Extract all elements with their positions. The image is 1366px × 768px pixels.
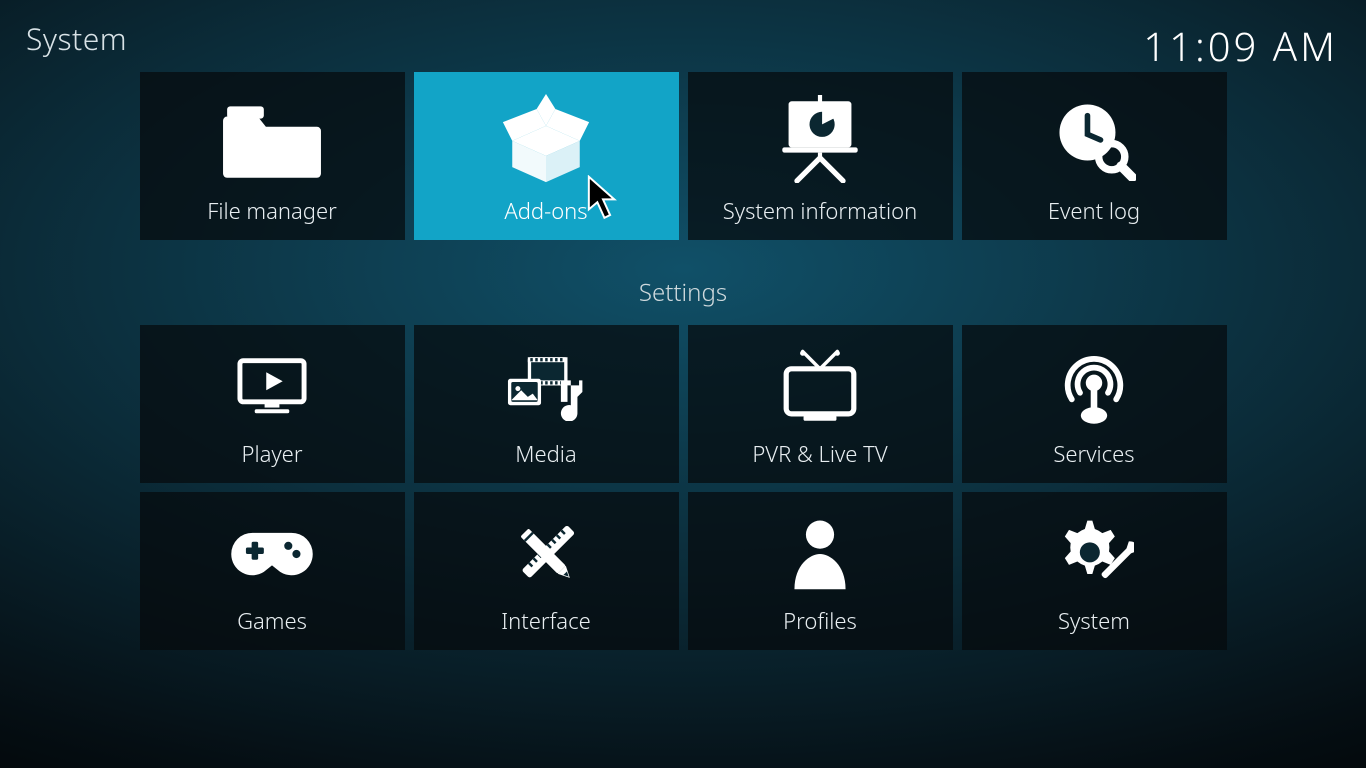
tile-games[interactable]: Games [140, 492, 405, 650]
tile-label: System [1058, 606, 1130, 636]
settings-row-2: Games Interface Profiles [140, 492, 1227, 650]
settings-row-1: Player Media PVR & Live TV [140, 325, 1227, 483]
ruler-pencil-icon [422, 506, 671, 602]
tile-system-information[interactable]: System information [688, 72, 953, 240]
tile-label: File manager [207, 196, 337, 226]
tile-file-manager[interactable]: File manager [140, 72, 405, 240]
tile-system[interactable]: System [962, 492, 1227, 650]
broadcast-icon [970, 339, 1219, 435]
easel-chart-icon [696, 86, 945, 192]
tile-player[interactable]: Player [140, 325, 405, 483]
tile-label: PVR & Live TV [752, 439, 887, 469]
media-collage-icon [422, 339, 671, 435]
tile-label: System information [723, 196, 918, 226]
system-top-row: File manager Add-ons System information [140, 72, 1227, 240]
open-box-icon [422, 86, 671, 192]
monitor-play-icon [148, 339, 397, 435]
tile-label: Event log [1048, 196, 1140, 226]
tile-label: Add-ons [504, 196, 587, 226]
person-icon [696, 506, 945, 602]
tile-label: Media [515, 439, 576, 469]
tile-label: Profiles [783, 606, 857, 636]
header-bar: System 11:09 AM [26, 18, 1338, 73]
folder-icon [148, 86, 397, 192]
tile-interface[interactable]: Interface [414, 492, 679, 650]
clock: 11:09 AM [1143, 18, 1338, 73]
tile-label: Games [237, 606, 307, 636]
tile-event-log[interactable]: Event log [962, 72, 1227, 240]
page-title: System [26, 18, 127, 59]
system-panel: File manager Add-ons System information [0, 72, 1366, 650]
tile-pvr-live-tv[interactable]: PVR & Live TV [688, 325, 953, 483]
tile-profiles[interactable]: Profiles [688, 492, 953, 650]
tile-media[interactable]: Media [414, 325, 679, 483]
gamepad-icon [148, 506, 397, 602]
gear-wrench-icon [970, 506, 1219, 602]
tile-label: Interface [501, 606, 590, 636]
clock-search-icon [970, 86, 1219, 192]
tile-label: Player [241, 439, 302, 469]
tile-add-ons[interactable]: Add-ons [414, 72, 679, 240]
tile-services[interactable]: Services [962, 325, 1227, 483]
tv-antenna-icon [696, 339, 945, 435]
settings-heading: Settings [639, 276, 727, 309]
tile-label: Services [1053, 439, 1134, 469]
